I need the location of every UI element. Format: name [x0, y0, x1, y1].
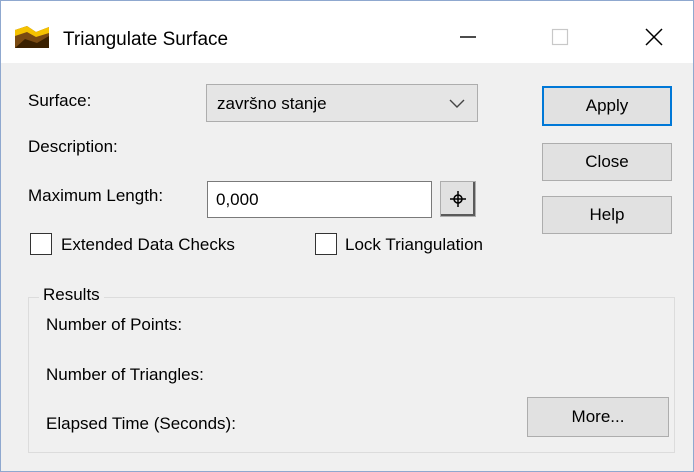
elapsed-time-label: Elapsed Time (Seconds): [46, 414, 236, 433]
maximum-length-label: Maximum Length: [28, 186, 164, 205]
surface-label: Surface: [28, 91, 92, 110]
close-window-button[interactable] [631, 17, 677, 57]
more-button[interactable]: More... [527, 397, 669, 437]
maximum-length-input[interactable]: 0,000 [207, 181, 432, 218]
description-label: Description: [28, 137, 118, 156]
close-button[interactable]: Close [542, 143, 672, 181]
help-button[interactable]: Help [542, 196, 672, 234]
window-title: Triangulate Surface [63, 29, 229, 50]
maximize-icon [551, 28, 569, 46]
lock-triangulation-label[interactable]: Lock Triangulation [345, 235, 483, 255]
close-icon [645, 28, 663, 46]
surface-app-icon [15, 26, 49, 48]
chevron-down-icon [449, 99, 465, 108]
extended-data-checks-label[interactable]: Extended Data Checks [61, 235, 235, 255]
minimize-button[interactable] [445, 17, 491, 57]
title-bar[interactable]: Triangulate Surface [1, 1, 693, 63]
minimize-icon [460, 36, 476, 38]
surface-dropdown-value: završno stanje [217, 94, 327, 113]
pick-length-button[interactable] [440, 181, 476, 217]
results-legend: Results [39, 285, 104, 305]
extended-data-checks-checkbox[interactable] [30, 233, 52, 255]
triangulate-surface-dialog: Triangulate Surface Surface: završno sta… [0, 0, 694, 472]
maximize-button[interactable] [537, 17, 583, 57]
apply-button[interactable]: Apply [542, 86, 672, 126]
lock-triangulation-checkbox[interactable] [315, 233, 337, 255]
number-of-points-label: Number of Points: [46, 315, 183, 334]
surface-dropdown[interactable]: završno stanje [206, 84, 478, 122]
crosshair-icon [450, 191, 466, 207]
number-of-triangles-label: Number of Triangles: [46, 365, 204, 384]
